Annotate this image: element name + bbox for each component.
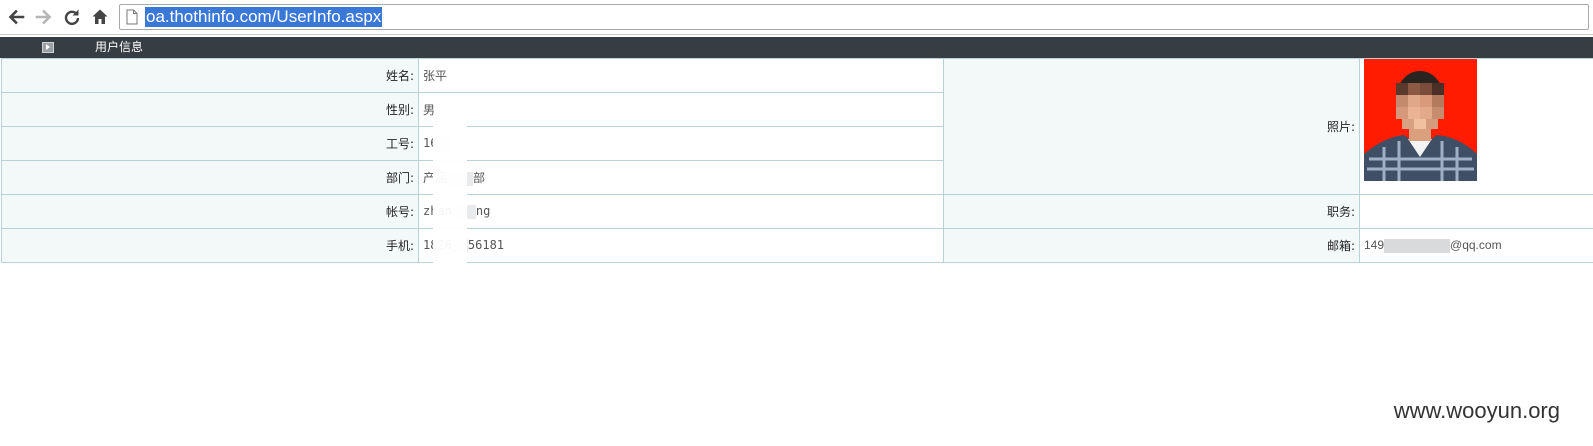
redaction-strip (433, 118, 467, 266)
department-value: 产品部 (418, 160, 944, 195)
back-button[interactable] (5, 6, 27, 28)
page-title: 用户信息 (95, 40, 144, 54)
account-text-end: ng (475, 204, 491, 219)
page-header: 用户信息 (0, 37, 1593, 58)
email-text-start: 149 (1364, 238, 1385, 253)
portrait-image (1364, 59, 1477, 181)
department-text-end: 部 (473, 171, 486, 185)
employee-no-label: 工号: (1, 126, 419, 161)
mobile-label: 手机: (1, 228, 419, 263)
table-row: 手机: 182656181 邮箱: 149 @qq.com (1, 228, 1593, 263)
forward-button[interactable] (33, 6, 55, 28)
redaction-block (1384, 238, 1451, 253)
table-row: 帐号: zhanng 职务: (1, 194, 1593, 229)
browser-toolbar: oa.thothinfo.com/UserInfo.aspx (0, 0, 1593, 35)
url-text: oa.thothinfo.com/UserInfo.aspx (145, 7, 383, 27)
employee-no-value: 16 (418, 126, 944, 161)
address-bar[interactable]: oa.thothinfo.com/UserInfo.aspx (119, 4, 1589, 30)
photo-cell (1359, 58, 1593, 195)
account-value: zhanng (418, 194, 944, 229)
account-label: 帐号: (1, 194, 419, 229)
forward-icon (35, 9, 52, 25)
email-text-end: @qq.com (1450, 238, 1502, 253)
play-icon (42, 42, 54, 53)
gender-label: 性别: (1, 92, 419, 127)
gender-value: 男 (418, 92, 944, 127)
reload-button[interactable] (61, 6, 83, 28)
department-label: 部门: (1, 160, 419, 195)
name-label: 姓名: (1, 58, 419, 93)
home-icon (92, 9, 108, 24)
email-label: 邮箱: (943, 228, 1360, 263)
back-icon (8, 9, 25, 25)
home-button[interactable] (89, 6, 111, 28)
reload-icon (64, 9, 80, 25)
email-value: 149 @qq.com (1359, 228, 1593, 263)
mobile-value: 182656181 (418, 228, 944, 263)
name-value: 张平 (418, 58, 944, 93)
page-icon (126, 9, 138, 25)
photo-label: 照片: (943, 58, 1360, 195)
position-value (1359, 194, 1593, 229)
watermark: www.wooyun.org (1393, 398, 1560, 423)
mobile-text-end: 56181 (467, 238, 505, 253)
user-photo (1364, 59, 1477, 181)
user-info-table: 姓名: 张平 照片: 性别: 男 工号: 16 部门: 部 帐号: ng 职务:… (1, 58, 1593, 263)
table-row: 姓名: 张平 照片: (1, 58, 1593, 195)
position-label: 职务: (943, 194, 1360, 229)
